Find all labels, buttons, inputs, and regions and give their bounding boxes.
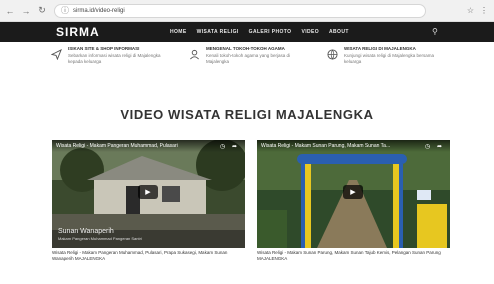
video-title-bar: Wisata Religi - Makam Sunan Parung, Maka… [257,140,450,152]
video-caption: Wisata Religi - Makam Sunan Parung, Maka… [257,250,441,261]
watch-later-icon[interactable]: ◷ [425,143,430,150]
video-caption: Wisata Religi - Makam Pangeran Muhammad,… [52,250,228,261]
send-icon [50,48,62,60]
watch-later-icon[interactable]: ◷ [220,143,225,150]
play-button[interactable]: ▶ [343,185,363,199]
video-title[interactable]: Wisata Religi - Makam Sunan Parung, Maka… [261,143,411,149]
star-icon[interactable]: ☆ [467,6,474,15]
main-nav: HOME WISATA RELIGI GALERI PHOTO VIDEO AB… [170,29,349,35]
browser-toolbar: ← → ↻ ⓘ sirma.id/video-religi ☆ ⋮ [0,0,494,22]
video-title-bar: Wisata Religi - Makam Pangeran Muhammad,… [52,140,245,152]
overlay-title: Sunan Wanaperih [58,228,114,235]
overlay-subtitle: Makam Pangeran Muhammad Pangeran Santri [58,236,142,241]
nav-item-about[interactable]: ABOUT [329,29,349,35]
url-text: sirma.id/video-religi [73,7,125,14]
play-button[interactable]: ▶ [138,185,158,199]
video-player[interactable]: Wisata Religi - Makam Sunan Parung, Maka… [257,140,450,248]
info-icon[interactable]: ⓘ [61,5,69,16]
feature-title: MENGENAL TOKOH-TOKOH AGAMA [206,46,285,51]
search-icon[interactable]: ⚲ [432,27,438,36]
video-overlay-caption: Sunan Wanaperih Makam Pangeran Muhammad … [58,228,142,241]
globe-icon [326,48,338,60]
feature-description: Kenali tokoh-tokoh agama yang berjasa di… [206,53,291,64]
address-bar[interactable]: ⓘ sirma.id/video-religi [54,3,426,18]
site-header: SIRMA HOME WISATA RELIGI GALERI PHOTO VI… [0,22,494,42]
reload-icon[interactable]: ↻ [36,5,48,17]
nav-item-wisata-religi[interactable]: WISATA RELIGI [197,29,239,35]
share-icon[interactable]: ➦ [232,143,237,150]
forward-arrow-icon[interactable]: → [20,5,32,17]
feature-title: WISATA RELIGI DI MAJALENGKA [344,46,416,51]
back-arrow-icon[interactable]: ← [4,5,16,17]
feature-title: ISIKAN SITE & SHOP INFORMASI [68,46,140,51]
feature-description: Kunjungi wisata religi di Majalengka ber… [344,53,435,64]
feature-description: Sebarkan informasi wisata religi di Maja… [68,53,161,64]
video-player[interactable]: Wisata Religi - Makam Pangeran Muhammad,… [52,140,245,248]
nav-item-home[interactable]: HOME [170,29,187,35]
video-card: Wisata Religi - Makam Sunan Parung, Maka… [257,140,450,262]
video-title[interactable]: Wisata Religi - Makam Pangeran Muhammad,… [56,143,206,149]
features-row: ISIKAN SITE & SHOP INFORMASI Sebarkan in… [50,46,470,76]
nav-item-galeri-photo[interactable]: GALERI PHOTO [249,29,292,35]
more-vert-icon[interactable]: ⋮ [480,6,488,15]
nav-item-video[interactable]: VIDEO [301,29,319,35]
feature-item: ISIKAN SITE & SHOP INFORMASI Sebarkan in… [50,46,175,76]
section-title: VIDEO WISATA RELIGI MAJALENGKA [120,107,374,122]
feature-item: WISATA RELIGI DI MAJALENGKA Kunjungi wis… [326,46,451,76]
video-card: Wisata Religi - Makam Pangeran Muhammad,… [52,140,245,262]
user-icon [188,48,200,60]
share-icon[interactable]: ➦ [437,143,442,150]
feature-item: MENGENAL TOKOH-TOKOH AGAMA Kenali tokoh-… [188,46,313,76]
site-logo[interactable]: SIRMA [56,25,100,39]
